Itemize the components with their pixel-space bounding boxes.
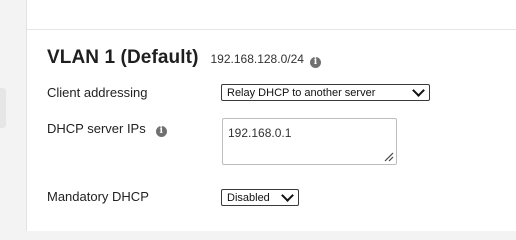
dhcp-server-ips-label-text: DHCP server IPs xyxy=(47,121,146,136)
mandatory-dhcp-label-text: Mandatory DHCP xyxy=(47,189,149,204)
divider xyxy=(27,29,516,30)
chevron-down-icon xyxy=(281,189,294,202)
vlan-settings-card: VLAN 1 (Default) 192.168.128.0/24 i Clie… xyxy=(26,0,516,231)
vlan-subnet: 192.168.128.0/24 xyxy=(210,52,304,66)
client-addressing-select[interactable]: Relay DHCP to another server xyxy=(221,84,430,101)
client-addressing-label: Client addressing xyxy=(47,85,147,100)
dhcp-server-ips-label: DHCP server IPs i xyxy=(47,121,167,137)
vlan-title: VLAN 1 (Default) xyxy=(47,47,199,68)
dhcp-server-ips-textarea[interactable]: 192.168.0.1 xyxy=(222,118,397,165)
vlan-header: VLAN 1 (Default) 192.168.128.0/24 i xyxy=(47,47,321,73)
left-rail xyxy=(0,0,26,231)
info-icon[interactable]: i xyxy=(309,57,321,68)
client-addressing-label-text: Client addressing xyxy=(47,85,148,100)
resize-handle-icon[interactable] xyxy=(384,152,394,162)
dhcp-server-ips-value: 192.168.0.1 xyxy=(228,126,292,140)
chevron-down-icon xyxy=(412,84,425,97)
mandatory-dhcp-select[interactable]: Disabled xyxy=(221,189,299,206)
side-panel-tab[interactable] xyxy=(0,88,6,128)
client-addressing-value: Relay DHCP to another server xyxy=(227,86,376,99)
mandatory-dhcp-label: Mandatory DHCP xyxy=(47,189,149,204)
info-icon[interactable]: i xyxy=(155,126,167,137)
mandatory-dhcp-value: Disabled xyxy=(227,191,270,204)
